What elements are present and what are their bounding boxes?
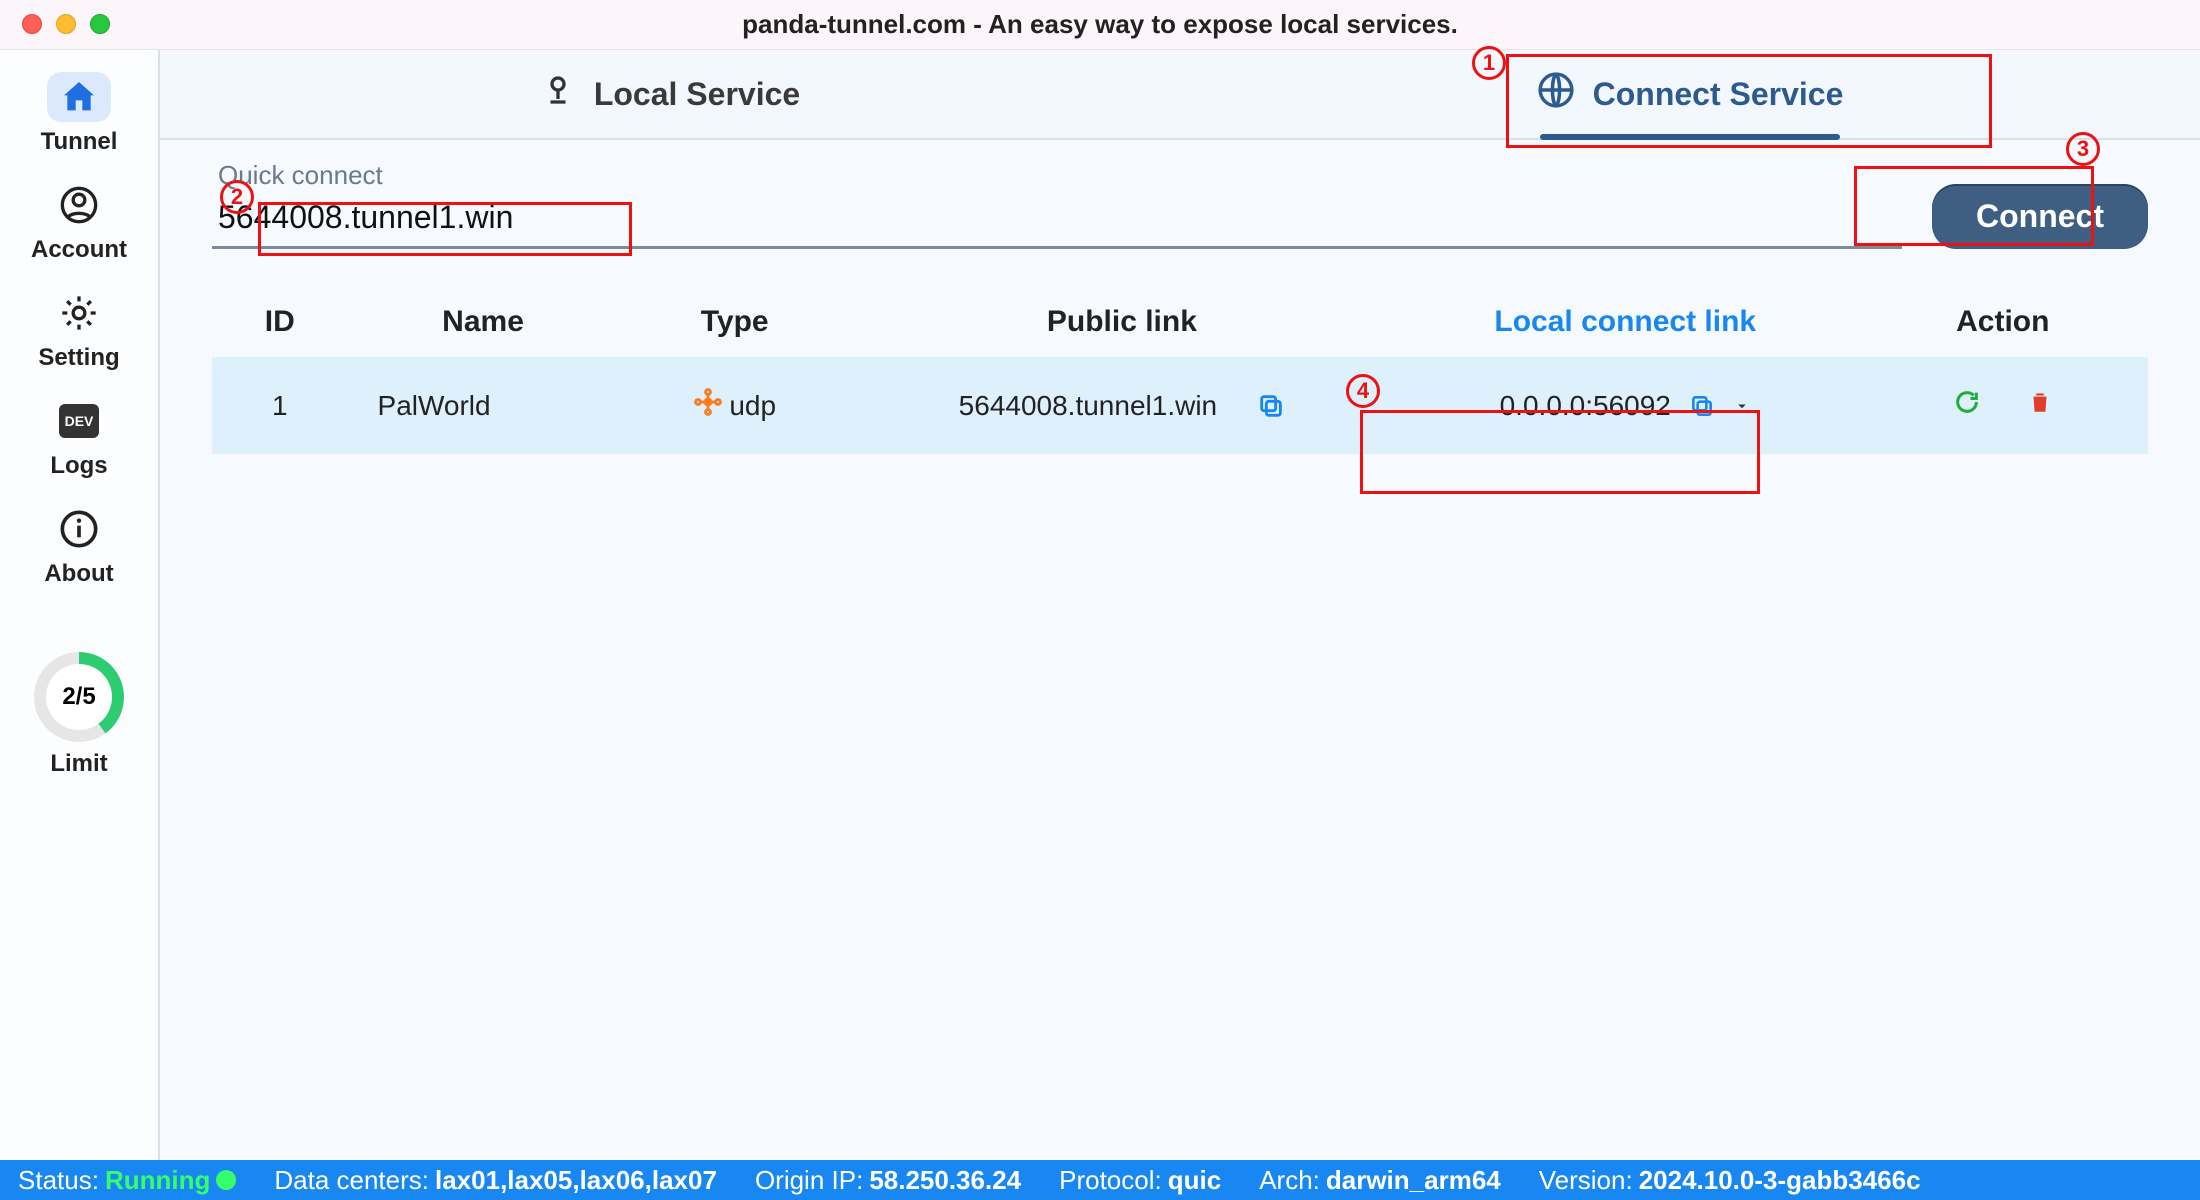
- sidebar-item-label: Limit: [50, 750, 107, 778]
- status-bar: Status: Running Data centers: lax01,lax0…: [0, 1160, 2200, 1200]
- cell-name: PalWorld: [348, 357, 619, 454]
- delete-button[interactable]: [2027, 389, 2053, 415]
- sidebar-item-limit[interactable]: 2/5 Limit: [34, 652, 124, 778]
- cell-id: 1: [212, 357, 348, 454]
- tab-label: Connect Service: [1593, 76, 1844, 113]
- tab-underline: [1540, 134, 1840, 140]
- status-dot-icon: [216, 1170, 236, 1190]
- col-name: Name: [348, 287, 619, 357]
- globe-icon: [1537, 71, 1575, 117]
- col-type: Type: [619, 287, 851, 357]
- arch-label: Arch:: [1259, 1165, 1320, 1196]
- status-value: Running: [105, 1165, 210, 1196]
- sidebar-item-logs[interactable]: DEV Logs: [47, 396, 111, 480]
- col-public: Public link: [851, 287, 1393, 357]
- tab-local-service[interactable]: Local Service: [160, 50, 1180, 138]
- local-dropdown-button[interactable]: [1733, 397, 1751, 415]
- sidebar-item-label: About: [44, 560, 113, 588]
- sidebar-item-setting[interactable]: Setting: [38, 288, 119, 372]
- dc-value: lax01,lax05,lax06,lax07: [435, 1165, 717, 1196]
- account-icon: [47, 180, 111, 230]
- sidebar-item-label: Logs: [50, 452, 107, 480]
- sidebar-item-label: Setting: [38, 344, 119, 372]
- info-icon: [47, 504, 111, 554]
- connections-table: ID Name Type Public link Local connect l…: [212, 287, 2148, 454]
- public-link: 5644008.tunnel1.win: [959, 390, 1217, 422]
- refresh-button[interactable]: [1953, 388, 1981, 416]
- sidebar: Tunnel Account Setting DEV Logs: [0, 50, 160, 1160]
- version-segment: Version: 2024.10.0-3-gabb3466c: [1539, 1165, 1921, 1196]
- window-titlebar: panda-tunnel.com - An easy way to expose…: [0, 0, 2200, 50]
- local-link: 0.0.0.0:56092: [1500, 390, 1671, 422]
- minimize-icon[interactable]: [56, 14, 76, 34]
- limit-ring-icon: 2/5: [34, 652, 124, 742]
- cell-local: 0.0.0.0:56092: [1393, 357, 1858, 454]
- quick-connect-input[interactable]: [212, 195, 1902, 249]
- copy-local-button[interactable]: [1689, 393, 1715, 419]
- quick-connect-label: Quick connect: [218, 160, 1902, 191]
- table-row: 1 PalWorld udp: [212, 357, 2148, 454]
- origin-label: Origin IP:: [755, 1165, 863, 1196]
- origin-segment: Origin IP: 58.250.36.24: [755, 1165, 1021, 1196]
- version-value: 2024.10.0-3-gabb3466c: [1639, 1165, 1921, 1196]
- quick-connect-row: Quick connect Connect: [160, 140, 2200, 259]
- close-icon[interactable]: [22, 14, 42, 34]
- proto-value: quic: [1168, 1165, 1221, 1196]
- copy-public-button[interactable]: [1257, 392, 1285, 420]
- sidebar-item-tunnel[interactable]: Tunnel: [41, 72, 118, 156]
- gear-icon: [47, 288, 111, 338]
- tab-label: Local Service: [594, 76, 800, 113]
- type-label: udp: [729, 390, 776, 422]
- dev-icon: DEV: [47, 396, 111, 446]
- window-title: panda-tunnel.com - An easy way to expose…: [0, 9, 2200, 40]
- version-label: Version:: [1539, 1165, 1633, 1196]
- origin-value: 58.250.36.24: [869, 1165, 1021, 1196]
- dc-label: Data centers:: [274, 1165, 429, 1196]
- status-segment: Status: Running: [18, 1165, 236, 1196]
- col-action: Action: [1858, 287, 2148, 357]
- col-local[interactable]: Local connect link: [1393, 287, 1858, 357]
- main-content: Local Service Connect Service Quick conn…: [160, 50, 2200, 1160]
- status-label: Status:: [18, 1165, 99, 1196]
- home-icon: [47, 72, 111, 122]
- arch-segment: Arch: darwin_arm64: [1259, 1165, 1501, 1196]
- datacenters-segment: Data centers: lax01,lax05,lax06,lax07: [274, 1165, 717, 1196]
- sidebar-item-about[interactable]: About: [44, 504, 113, 588]
- sidebar-item-label: Account: [31, 236, 127, 264]
- traffic-lights: [22, 14, 110, 34]
- fullscreen-icon[interactable]: [90, 14, 110, 34]
- arch-value: darwin_arm64: [1326, 1165, 1501, 1196]
- connect-button[interactable]: Connect: [1932, 184, 2148, 249]
- tabs: Local Service Connect Service: [160, 50, 2200, 140]
- limit-value: 2/5: [62, 683, 95, 711]
- proto-label: Protocol:: [1059, 1165, 1162, 1196]
- cell-public: 5644008.tunnel1.win: [851, 357, 1393, 454]
- col-id: ID: [212, 287, 348, 357]
- tab-connect-service[interactable]: Connect Service: [1180, 50, 2200, 138]
- hub-icon: [693, 387, 723, 424]
- cell-action: [1858, 357, 2148, 454]
- cell-type: udp: [619, 357, 851, 454]
- pin-icon: [540, 72, 576, 116]
- sidebar-item-label: Tunnel: [41, 128, 118, 156]
- sidebar-item-account[interactable]: Account: [31, 180, 127, 264]
- protocol-segment: Protocol: quic: [1059, 1165, 1221, 1196]
